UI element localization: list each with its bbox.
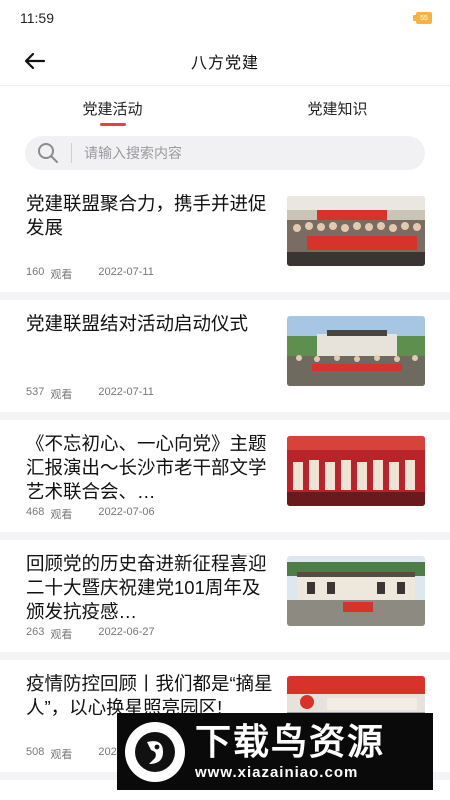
list-item[interactable]: 党建联盟聚合力，携手并进促发展 160 观看 2022-07-11 (0, 180, 450, 300)
article-title: 党建联盟结对活动启动仪式 (26, 313, 249, 334)
arrow-left-icon (24, 52, 46, 70)
view-label: 观看 (50, 269, 73, 281)
tab-party-knowledge[interactable]: 党建知识 (225, 86, 450, 130)
page-title: 八方党建 (190, 54, 259, 72)
publish-date: 2022-07-11 (98, 266, 154, 278)
tab-party-activities[interactable]: 党建活动 (0, 86, 225, 130)
search-bar[interactable]: 请输入搜索内容 (25, 136, 425, 170)
article-title: 回顾党的历史奋进新征程喜迎二十大暨庆祝建党101周年及颁发抗疫感… (26, 553, 267, 622)
view-count: 263 (26, 626, 45, 638)
view-count: 508 (26, 746, 45, 758)
publish-date: 2022-07-11 (98, 386, 154, 398)
view-count: 160 (26, 266, 45, 278)
watermark-title: 下载鸟资源 (195, 721, 386, 762)
search-icon (38, 143, 58, 163)
publish-date: 2022-07-06 (98, 506, 155, 518)
view-label: 观看 (50, 749, 73, 761)
article-meta: 537 观看 2022-07-11 (26, 386, 154, 402)
bird-logo-icon (125, 721, 185, 782)
article-meta: 160 观看 2022-07-11 (26, 266, 154, 282)
publish-date: 2022-06-27 (98, 626, 155, 638)
article-title: 《不忘初心、一心向党》主题汇报演出～长沙市老干部文学艺术联合会、… (26, 433, 267, 502)
status-time: 11:59 (20, 10, 54, 26)
status-bar: 11:59 55 (0, 0, 450, 36)
battery-level: 55 (413, 12, 432, 24)
article-list: 党建联盟聚合力，携手并进促发展 160 观看 2022-07-11 党建联盟结对活… (0, 180, 450, 780)
view-label: 观看 (50, 389, 73, 401)
view-count: 537 (26, 386, 45, 398)
view-label: 观看 (50, 629, 73, 641)
watermark-url: www.xiazainiao.com (195, 764, 359, 781)
tab-bar: 党建活动 党建知识 (0, 86, 450, 130)
watermark-banner: 下载鸟资源 www.xiazainiao.com (117, 713, 433, 790)
article-title: 党建联盟聚合力，携手并进促发展 (26, 193, 267, 238)
nav-bar: 八方党建 (0, 36, 450, 86)
search-input[interactable]: 请输入搜索内容 (84, 143, 182, 163)
article-thumbnail (287, 436, 425, 506)
back-button[interactable] (22, 48, 48, 74)
view-label: 观看 (50, 509, 73, 521)
article-meta: 468 观看 2022-07-06 (26, 506, 155, 522)
list-item[interactable]: 《不忘初心、一心向党》主题汇报演出～长沙市老干部文学艺术联合会、… 468 观看 … (0, 420, 450, 540)
article-thumbnail (287, 316, 425, 386)
view-count: 468 (26, 506, 45, 518)
article-thumbnail (287, 556, 425, 626)
list-item[interactable]: 回顾党的历史奋进新征程喜迎二十大暨庆祝建党101周年及颁发抗疫感… 263 观看 … (0, 540, 450, 660)
article-thumbnail (287, 196, 425, 266)
list-item[interactable]: 党建联盟结对活动启动仪式 537 观看 2022-07-11 (0, 300, 450, 420)
battery-icon: 55 (413, 12, 432, 24)
article-meta: 263 观看 2022-06-27 (26, 626, 155, 642)
search-divider (71, 143, 72, 163)
